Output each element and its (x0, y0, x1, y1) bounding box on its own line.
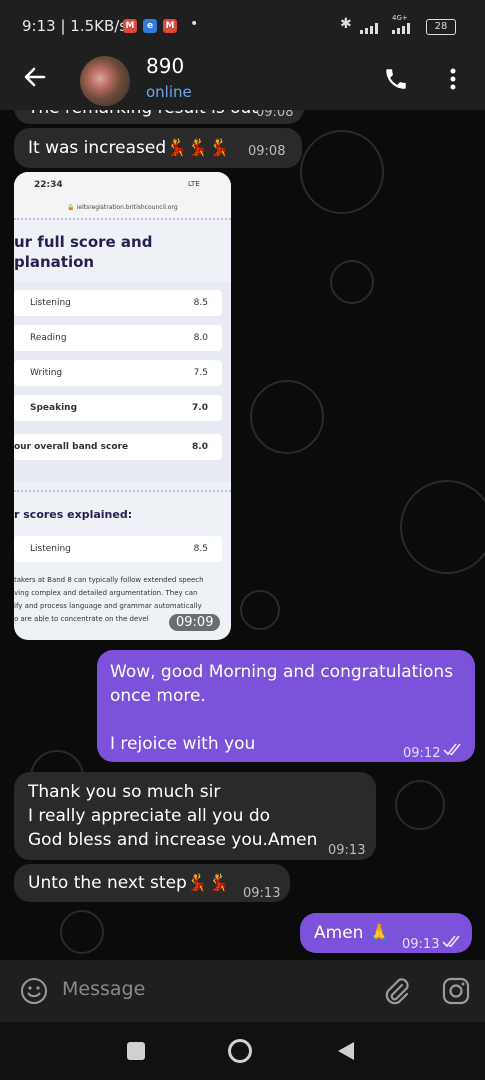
message-text: Unto the next step💃💃 (28, 873, 230, 893)
signal-icon (360, 22, 384, 34)
gmail-notification-icon-2: M (163, 19, 177, 33)
message-incoming[interactable]: Unto the next step💃💃 09:13 (14, 864, 290, 902)
score-row: Reading 8.0 (14, 325, 222, 351)
message-input[interactable]: Message (62, 978, 145, 1000)
home-button[interactable] (228, 1039, 252, 1063)
message-text: Wow, good Morning and congratulations on… (110, 662, 454, 754)
more-notifications-dot-icon: • (190, 16, 199, 32)
message-incoming[interactable]: Thank you so much sir I really appreciat… (14, 772, 376, 860)
score-row: Speaking 7.0 (14, 395, 222, 421)
message-text: It was increased💃💃💃 (28, 138, 230, 158)
image-url-bar: 🔒 ieltsregistration.britishcouncil.org (14, 198, 231, 218)
message-incoming[interactable]: It was increased💃💃💃 09:08 (14, 128, 302, 168)
message-time: 09:08 (256, 110, 294, 120)
score-row: Writing 7.5 (14, 360, 222, 386)
divider (14, 218, 231, 220)
back-nav-button[interactable] (336, 1040, 356, 1066)
overall-score-row: our overall band score 8.0 (14, 434, 222, 460)
background-doodle (400, 480, 485, 574)
chat-header: 890 online (0, 52, 485, 110)
background-doodle (395, 780, 445, 830)
arrow-left-icon (24, 67, 46, 87)
call-button[interactable] (383, 66, 409, 96)
message-time: 09:13 (243, 886, 281, 901)
double-check-icon (443, 739, 463, 763)
message-outgoing[interactable]: Amen 🙏 09:13 (300, 913, 472, 953)
more-vertical-icon (450, 68, 456, 90)
message-text: The remarking result is out (28, 110, 258, 120)
battery-level: 28 (434, 21, 448, 32)
battery-icon: 28 (426, 19, 456, 35)
contact-name[interactable]: 890 (146, 54, 184, 78)
recents-button[interactable] (127, 1042, 145, 1060)
instagram-icon (442, 977, 470, 1005)
phone-icon (386, 69, 406, 89)
signal-icon-2 (392, 22, 416, 34)
message-composer: Message (0, 960, 485, 1022)
app-notification-icon: e (143, 19, 157, 33)
chat-area[interactable]: The remarking result is out 09:08 It was… (0, 110, 485, 960)
emoji-button[interactable] (20, 977, 48, 1009)
triangle-back-icon (338, 1042, 354, 1060)
background-doodle (250, 380, 324, 454)
gmail-notification-icon: M (123, 19, 137, 33)
back-button[interactable] (22, 64, 48, 95)
menu-button[interactable] (448, 66, 458, 96)
image-subheading: r scores explained: (14, 508, 133, 521)
message-time: 09:08 (248, 144, 286, 159)
message-time: 09:12 (403, 746, 441, 761)
camera-button[interactable] (442, 977, 470, 1009)
message-incoming[interactable]: The remarking result is out 09:08 (14, 110, 304, 124)
image-heading: ur full score and planation (14, 233, 153, 271)
image-time: 09:09 (169, 614, 221, 631)
score-row: Listening 8.5 (14, 290, 222, 316)
divider (14, 490, 231, 492)
background-doodle (240, 590, 280, 630)
message-outgoing[interactable]: Wow, good Morning and congratulations on… (97, 650, 475, 762)
message-text: Amen 🙏 (314, 923, 390, 943)
system-nav-bar (0, 1022, 485, 1080)
image-phone-time: 22:34 (34, 180, 63, 190)
attach-button[interactable] (382, 976, 410, 1010)
image-phone-signal: LTE (188, 180, 200, 188)
background-doodle (60, 910, 104, 954)
network-type-label: 4G+ (392, 14, 408, 22)
double-check-icon (442, 931, 462, 955)
emoji-icon (21, 978, 47, 1004)
bluetooth-icon: ✱ (340, 16, 352, 32)
message-time: 09:13 (328, 843, 366, 858)
paperclip-icon (385, 978, 409, 1005)
status-bar: 9:13 | 1.5KB/s M e M • ✱ 4G+ 28 (0, 0, 485, 52)
background-doodle (300, 130, 384, 214)
contact-status: online (146, 83, 192, 101)
message-text: Thank you so much sir I really appreciat… (28, 782, 318, 850)
status-time: 9:13 | 1.5KB/s (22, 17, 128, 35)
score-row: Listening 8.5 (14, 536, 222, 562)
avatar[interactable] (80, 56, 130, 106)
background-doodle (330, 260, 374, 304)
message-time: 09:13 (402, 937, 440, 952)
image-phone-status: 22:34 LTE (14, 172, 231, 198)
image-message[interactable]: 22:34 LTE 🔒 ieltsregistration.britishcou… (14, 172, 231, 640)
